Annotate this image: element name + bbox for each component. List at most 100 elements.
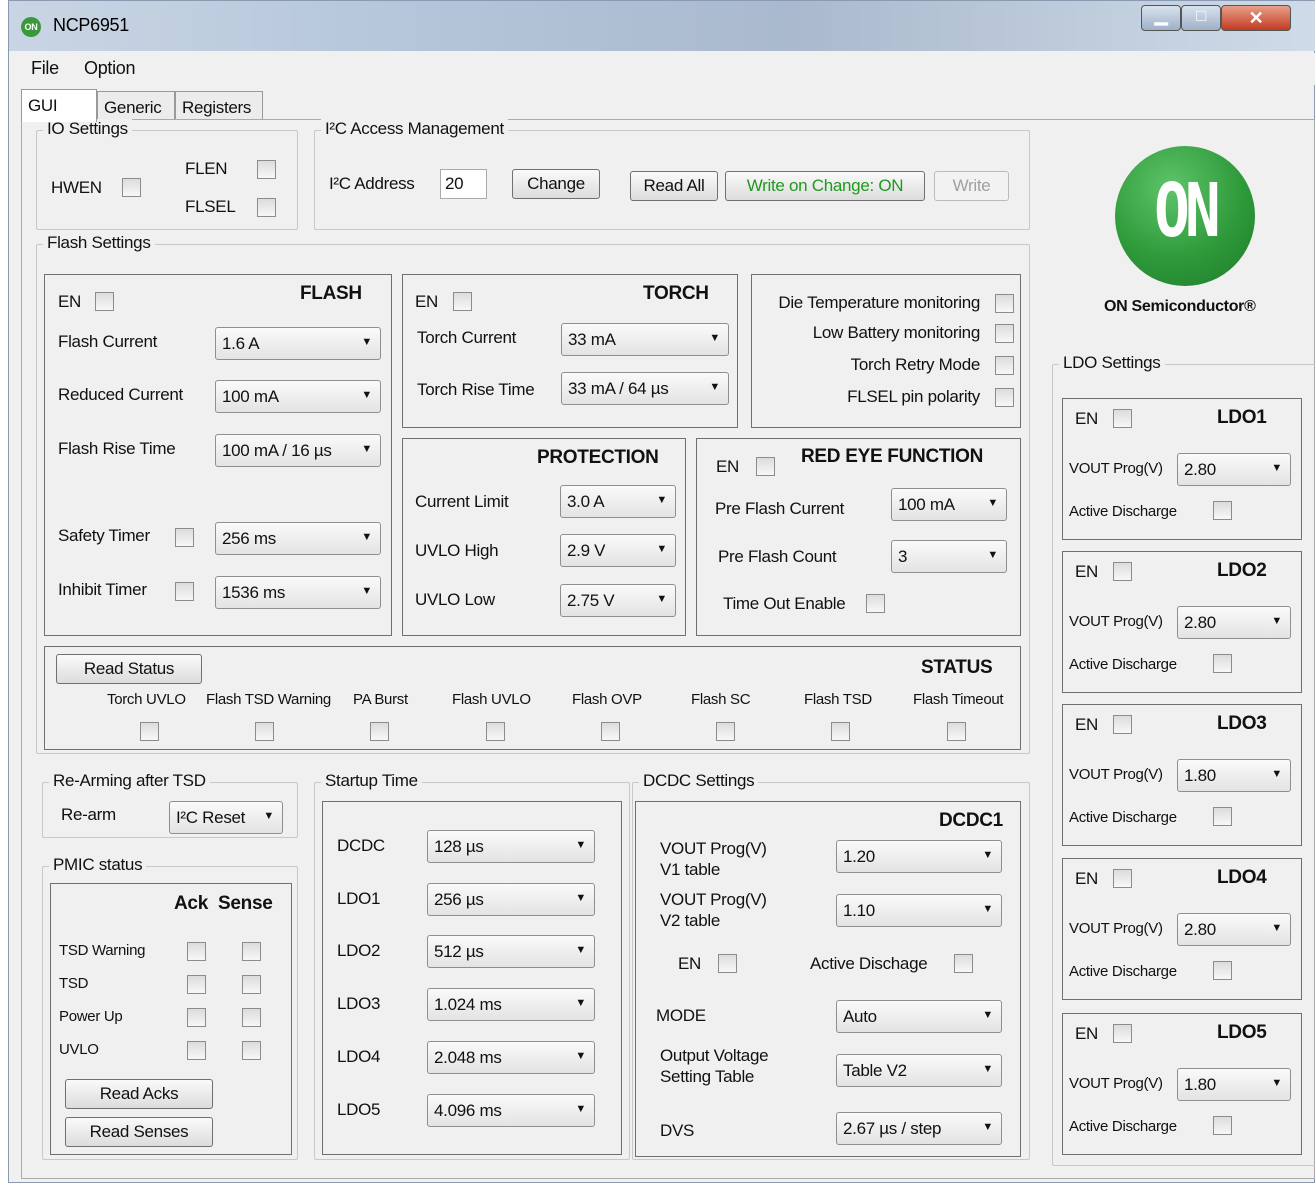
status-flash-uvlo-checkbox[interactable]	[486, 722, 505, 741]
inhibit-timer-checkbox[interactable]	[175, 582, 194, 601]
status-flash-sc-checkbox[interactable]	[716, 722, 735, 741]
hwen-checkbox[interactable]	[122, 178, 141, 197]
power-up-sense-checkbox[interactable]	[242, 1008, 261, 1027]
inhibit-timer-dropdown[interactable]: 1536 ms	[215, 576, 381, 609]
ldo4-vout-dropdown[interactable]: 2.80	[1177, 913, 1291, 946]
ldo4-en-checkbox[interactable]	[1113, 869, 1132, 888]
uvlo-high-dropdown[interactable]: 2.9 V	[560, 534, 676, 567]
ldo2-vout-dropdown[interactable]: 2.80	[1177, 606, 1291, 639]
ldo5-active-discharge-checkbox[interactable]	[1213, 1116, 1232, 1135]
status-flash-tsd-warning-checkbox[interactable]	[255, 722, 274, 741]
mode-dropdown[interactable]: Auto	[836, 1000, 1002, 1033]
uvlo-ack-checkbox[interactable]	[187, 1041, 206, 1060]
ldo4-title: LDO4	[1217, 867, 1267, 888]
ldo1-box: EN LDO1 VOUT Prog(V) 2.80 Active Dischar…	[1062, 398, 1302, 540]
startup-ldo4-dropdown[interactable]: 2.048 ms	[427, 1041, 595, 1074]
power-up-ack-checkbox[interactable]	[187, 1008, 206, 1027]
minimize-button[interactable]: ▁	[1141, 5, 1181, 31]
ldo4-vout-label: VOUT Prog(V)	[1069, 920, 1163, 937]
dcdc-active-discharge-checkbox[interactable]	[954, 954, 973, 973]
menu-option[interactable]: Option	[84, 58, 136, 79]
dvs-dropdown[interactable]: 2.67 µs / step	[836, 1112, 1002, 1145]
vout-v2-dropdown[interactable]: 1.10	[836, 894, 1002, 927]
ldo3-en-checkbox[interactable]	[1113, 715, 1132, 734]
dcdc-en-checkbox[interactable]	[718, 954, 737, 973]
read-senses-button[interactable]: Read Senses	[65, 1117, 213, 1147]
menu-bar: File Option	[21, 53, 1315, 85]
status-torch-uvlo-checkbox[interactable]	[140, 722, 159, 741]
startup-dcdc-dropdown[interactable]: 128 µs	[427, 830, 595, 863]
die-temp-checkbox[interactable]	[995, 294, 1014, 313]
menu-file[interactable]: File	[31, 58, 59, 79]
output-voltage-table-dropdown[interactable]: Table V2	[836, 1054, 1002, 1087]
ldo2-title: LDO2	[1217, 560, 1267, 581]
ldo5-vout-dropdown[interactable]: 1.80	[1177, 1068, 1291, 1101]
startup-time-title: Startup Time	[321, 771, 422, 791]
flash-rise-time-dropdown[interactable]: 100 mA / 16 µs	[215, 434, 381, 467]
status-flash-timeout-checkbox[interactable]	[947, 722, 966, 741]
flash-current-dropdown[interactable]: 1.6 A	[215, 327, 381, 360]
safety-timer-dropdown[interactable]: 256 ms	[215, 522, 381, 555]
protection-title: PROTECTION	[537, 447, 659, 468]
write-button[interactable]: Write	[934, 171, 1009, 201]
torch-rise-time-dropdown[interactable]: 33 mA / 64 µs	[561, 372, 729, 405]
status-flash-tsd-checkbox[interactable]	[831, 722, 850, 741]
ldo5-en-checkbox[interactable]	[1113, 1024, 1132, 1043]
tsd-warning-sense-checkbox[interactable]	[242, 942, 261, 961]
vout-v1-dropdown[interactable]: 1.20	[836, 840, 1002, 873]
tsd-warning-ack-checkbox[interactable]	[187, 942, 206, 961]
ldo2-en-label: EN	[1075, 562, 1099, 581]
ldo3-active-discharge-checkbox[interactable]	[1213, 807, 1232, 826]
tsd-sense-checkbox[interactable]	[242, 975, 261, 994]
torch-retry-label: Torch Retry Mode	[850, 355, 981, 374]
ldo1-active-discharge-checkbox[interactable]	[1213, 501, 1232, 520]
low-battery-checkbox[interactable]	[995, 324, 1014, 343]
pre-flash-count-dropdown[interactable]: 3	[891, 540, 1007, 573]
read-status-button[interactable]: Read Status	[56, 654, 202, 684]
flsel-polarity-checkbox[interactable]	[995, 388, 1014, 407]
torch-current-dropdown[interactable]: 33 mA	[561, 323, 729, 356]
pre-flash-current-dropdown[interactable]: 100 mA	[891, 488, 1007, 521]
timeout-enable-checkbox[interactable]	[866, 594, 885, 613]
write-on-change-button[interactable]: Write on Change: ON	[725, 171, 925, 201]
ldo2-en-checkbox[interactable]	[1113, 562, 1132, 581]
maximize-button[interactable]: □	[1181, 5, 1221, 31]
flen-checkbox[interactable]	[257, 160, 276, 179]
startup-ldo5-dropdown[interactable]: 4.096 ms	[427, 1094, 595, 1127]
ldo3-vout-dropdown[interactable]: 1.80	[1177, 759, 1291, 792]
change-button[interactable]: Change	[512, 169, 600, 199]
ldo-settings-title: LDO Settings	[1059, 353, 1165, 373]
tab-generic[interactable]: Generic	[97, 91, 175, 121]
ldo4-active-discharge-checkbox[interactable]	[1213, 961, 1232, 980]
flash-en-checkbox[interactable]	[95, 292, 114, 311]
ldo5-box: EN LDO5 VOUT Prog(V) 1.80 Active Dischar…	[1062, 1013, 1302, 1155]
read-all-button[interactable]: Read All	[630, 171, 718, 201]
torch-retry-checkbox[interactable]	[995, 356, 1014, 375]
torch-en-checkbox[interactable]	[453, 292, 472, 311]
flsel-checkbox[interactable]	[257, 198, 276, 217]
uvlo-low-dropdown[interactable]: 2.75 V	[560, 584, 676, 617]
tsd-ack-checkbox[interactable]	[187, 975, 206, 994]
safety-timer-checkbox[interactable]	[175, 528, 194, 547]
startup-ldo1-dropdown[interactable]: 256 µs	[427, 883, 595, 916]
rearm-dropdown[interactable]: I²C Reset	[169, 801, 283, 834]
uvlo-sense-checkbox[interactable]	[242, 1041, 261, 1060]
startup-time-group: Startup Time DCDC 128 µs LDO1 256 µs LDO…	[314, 771, 630, 1160]
uvlo-high-label: UVLO High	[415, 541, 499, 560]
tab-gui[interactable]: GUI	[21, 89, 97, 122]
startup-ldo2-dropdown[interactable]: 512 µs	[427, 935, 595, 968]
read-acks-button[interactable]: Read Acks	[65, 1079, 213, 1109]
reduced-current-dropdown[interactable]: 100 mA	[215, 380, 381, 413]
ldo1-vout-dropdown[interactable]: 2.80	[1177, 453, 1291, 486]
current-limit-dropdown[interactable]: 3.0 A	[560, 485, 676, 518]
startup-ldo3-dropdown[interactable]: 1.024 ms	[427, 988, 595, 1021]
ldo3-en-label: EN	[1075, 715, 1099, 734]
ldo1-en-checkbox[interactable]	[1113, 409, 1132, 428]
status-flash-ovp-checkbox[interactable]	[601, 722, 620, 741]
ldo2-active-discharge-checkbox[interactable]	[1213, 654, 1232, 673]
status-pa-burst-checkbox[interactable]	[370, 722, 389, 741]
tab-registers[interactable]: Registers	[175, 91, 263, 121]
close-button[interactable]: ✕	[1221, 5, 1291, 31]
i2c-address-input[interactable]: 20	[440, 169, 487, 199]
red-eye-en-checkbox[interactable]	[756, 457, 775, 476]
